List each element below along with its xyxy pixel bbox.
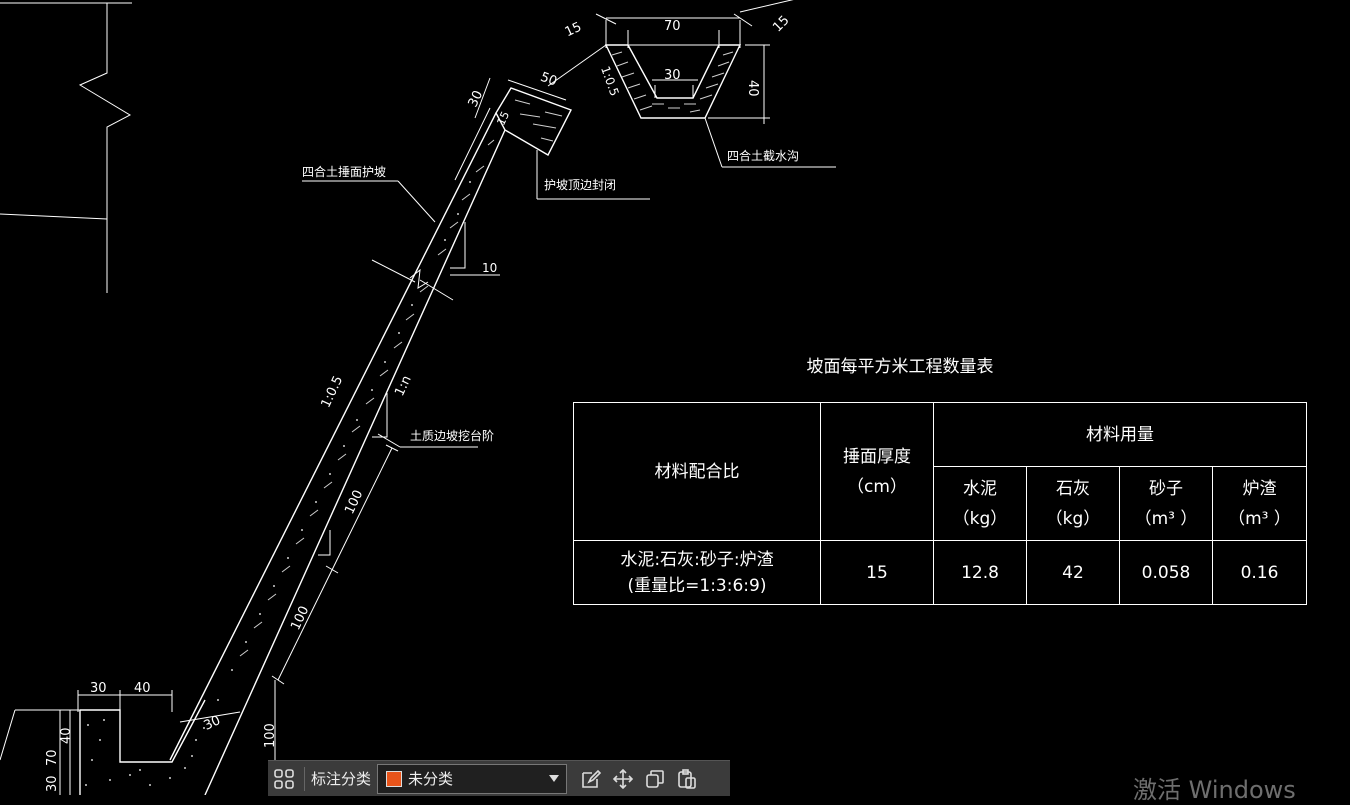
paste-icon[interactable] [671,763,703,795]
ratio-line-2: (重量比=1:3:6:9) [627,575,767,596]
row-cement: 12.8 [933,540,1027,605]
ratio-line-1: 水泥:石灰:砂子:炉渣 [620,549,774,570]
slope-inner-ratio: 1:n [392,373,414,398]
quantity-table: 材料配合比 捶面厚度 （cm） 材料用量 水泥 （kg） 石灰 （kg） 砂子 … [573,402,1307,605]
crest-dim-thickness: 30 [466,88,487,109]
category-select-value: 未分类 [408,770,454,788]
col-name: 石灰 [1056,478,1090,499]
ditch-dim-top: 70 [664,19,681,34]
header-cement: 水泥 （kg） [933,466,1027,541]
col-name: 水泥 [963,478,997,499]
crest-dim-width: 50 [538,70,559,90]
table-title: 坡面每平方米工程数量表 [806,357,994,377]
col-name: 炉渣 [1242,478,1277,499]
chevron-down-icon [549,774,560,782]
intercept-ditch [547,0,836,168]
move-icon[interactable] [607,763,639,795]
ditch-dim-right: 15 [770,13,792,35]
ditch-label: 四合土截水沟 [727,148,799,163]
row-slag: 0.16 [1212,540,1307,605]
row-ratio: 水泥:石灰:砂子:炉渣 (重量比=1:3:6:9) [573,540,821,605]
slope-dim-toe-height: 100 [263,723,278,748]
slope-dim-toe-thickness: 30 [202,713,223,734]
row-sand: 0.058 [1119,540,1213,605]
toe-dim-height-3: 30 [45,775,60,792]
ditch-dim-bottom: 30 [664,68,681,83]
row-lime: 42 [1026,540,1120,605]
annotation-category-label: 标注分类 [311,770,372,788]
col-unit: （m³ ） [1134,508,1198,529]
category-color-swatch [386,770,403,787]
ditch-dim-depth: 40 [745,80,760,97]
toe-dim-b: 40 [134,681,151,696]
toe-dim-height-1: 70 [45,749,60,766]
grid-icon[interactable] [268,763,300,795]
col-unit: （kg） [952,508,1008,529]
ditch-dim-left: 15 [563,20,584,41]
slope-outer-ratio: 1:0.5 [319,374,347,411]
col-name: 砂子 [1149,478,1183,499]
slope-facing [169,107,506,795]
header-sand: 砂子 （m³ ） [1119,466,1213,541]
cad-drawing: 70 15 15 30 40 1:0.5 四合土截水沟 50 30 15 护坡顶… [0,0,836,795]
slope-dim-segment-1: 100 [342,488,366,517]
copy-icon[interactable] [639,763,671,795]
crest-label: 护坡顶边封闭 [544,178,616,192]
header-thickness-label: 捶面厚度 [843,446,911,467]
toe-dim-a: 30 [90,681,107,696]
header-usage: 材料用量 [933,402,1307,467]
header-material-ratio: 材料配合比 [573,402,821,541]
slope-facing-label: 四合土捶面护坡 [302,164,386,179]
left-partial-structure [0,2,132,293]
header-thickness: 捶面厚度 （cm） [820,402,934,541]
windows-activation-watermark: 激活 Windows [1133,776,1296,804]
slope-step-label: 土质边坡挖台阶 [410,428,494,443]
col-unit: （m³ ） [1228,508,1291,529]
slope-dim-step: 10 [482,261,497,275]
annotation-toolbar: 标注分类 未分类 [268,760,730,796]
header-lime: 石灰 （kg） [1026,466,1120,541]
edit-icon[interactable] [575,763,607,795]
header-thickness-unit: （cm） [847,476,907,497]
toe-dim-height-2: 40 [59,727,74,744]
category-select[interactable]: 未分类 [377,763,568,794]
toolbar-divider [304,766,305,791]
toe-structure [0,690,206,795]
row-thickness: 15 [820,540,934,605]
header-slag: 炉渣 （m³ ） [1212,466,1307,541]
col-unit: （kg） [1045,508,1101,529]
